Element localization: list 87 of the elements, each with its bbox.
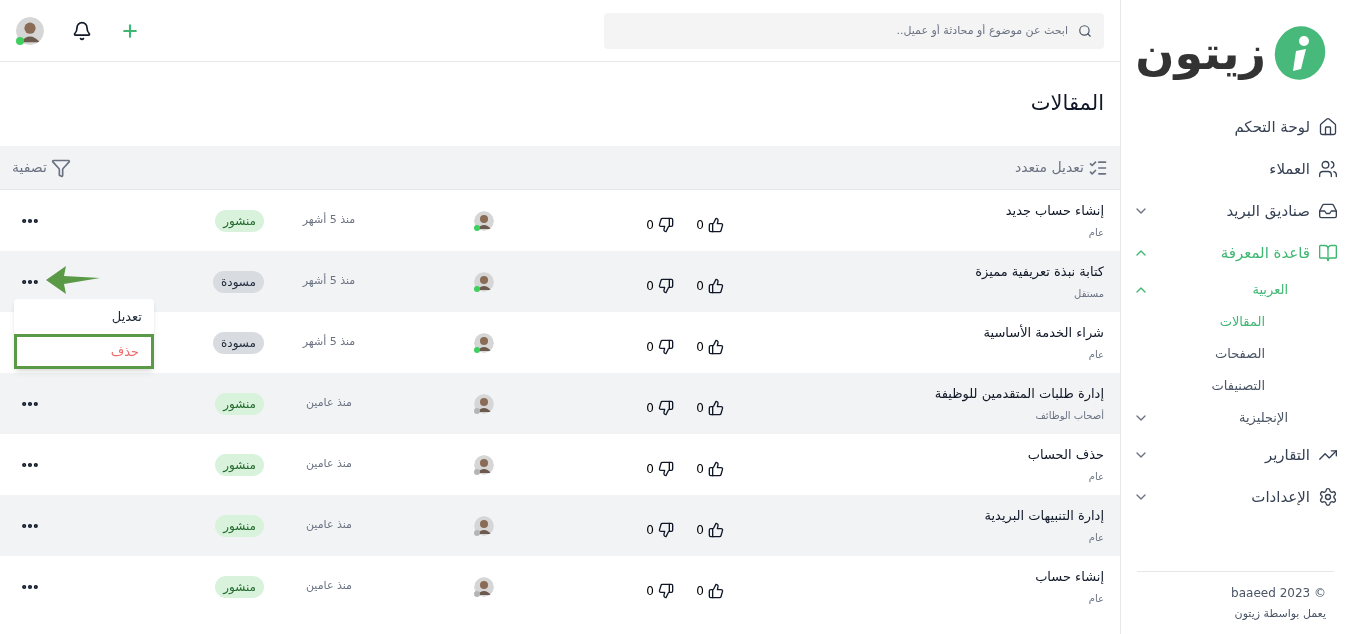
nav-item[interactable]: العملاء [1121,148,1350,190]
article-title: حذف الحساب [1026,446,1104,465]
dislike-count: 0 [646,216,654,234]
like-count: 0 [696,399,704,417]
thumbs-up-icon[interactable] [708,582,724,599]
dislike-count: 0 [646,399,654,417]
inbox-icon [1318,201,1338,221]
avatar-icon [474,454,494,475]
like-count: 0 [696,216,704,234]
article-title: كتابة نبذة تعريفية مميزة [974,263,1104,282]
thumbs-down-icon[interactable] [658,399,674,416]
nav-item[interactable]: صناديق البريد [1121,190,1350,232]
thumbs-up-icon[interactable] [708,216,724,233]
bulk-edit-button[interactable]: تعديل متعدد [1015,157,1108,178]
thumbs-up-icon[interactable] [708,460,724,477]
nav-item[interactable]: التقارير [1121,434,1350,476]
status-badge: منشور [215,514,264,537]
thumbs-down-icon[interactable] [658,216,674,233]
thumbs-down-icon[interactable] [658,521,674,538]
avatar-icon [16,16,44,45]
article-category: عام [1087,225,1104,240]
updated-time: منذ عامين [305,456,353,473]
article-title: شراء الخدمة الأساسية [982,323,1104,343]
thumbs-up-icon[interactable] [708,338,724,355]
status-badge: منشور [215,209,264,232]
avatar-icon [474,332,494,353]
page-title: المقالات [1030,90,1104,118]
nav-subitem[interactable]: الصفحات [1121,338,1350,370]
dislike-count: 0 [646,521,654,539]
updated-time: منذ 5 أشهر [301,334,357,351]
article-category: مستقل [1073,286,1104,301]
article-title: إدارة التنبيهات البريدية [983,507,1104,526]
dislike-count: 0 [646,277,654,295]
thumbs-down-icon[interactable] [658,277,674,294]
arrow-annotation [46,266,100,294]
avatar-icon [474,210,494,231]
home-icon [1318,117,1338,137]
dislike-count: 0 [646,460,654,478]
updated-time: منذ عامين [305,517,353,534]
thumbs-down-icon[interactable] [658,460,674,477]
filter-button[interactable]: تصفية [12,157,71,178]
nav-subitem[interactable]: الإنجليزية [1121,402,1350,434]
like-count: 0 [696,277,704,295]
avatar-icon [474,576,494,597]
bell-icon[interactable] [72,20,92,41]
like-count: 0 [696,521,704,539]
article-category: عام [1087,469,1104,484]
thumbs-up-icon[interactable] [708,399,724,416]
logo-icon [1274,25,1326,81]
copyright-text: © baaeed 2023 [1230,584,1326,602]
article-title: إنشاء حساب جديد [1004,202,1104,221]
updated-time: منذ 5 أشهر [301,273,357,290]
search-icon [1078,23,1092,38]
powered-by-text: يعمل بواسطة زيتون [1233,605,1326,622]
article-category: عام [1087,591,1104,606]
avatar-icon [474,271,494,292]
thumbs-down-icon[interactable] [658,338,674,355]
nav-item[interactable]: الإعدادات [1121,476,1350,518]
avatar-icon [474,515,494,536]
updated-time: منذ عامين [305,395,353,412]
dislike-count: 0 [646,338,654,356]
dislike-count: 0 [646,582,654,600]
status-badge: منشور [215,453,264,476]
avatar-icon [474,393,494,414]
filter-icon [50,157,71,178]
article-category: عام [1087,347,1104,362]
article-category: عام [1087,530,1104,545]
users-icon [1318,159,1338,179]
nav-item[interactable]: لوحة التحكم [1121,106,1350,148]
status-badge: مسودة [213,270,264,293]
nav-subitem[interactable]: التصنيفات [1121,370,1350,402]
updated-time: منذ 5 أشهر [301,212,357,229]
thumbs-up-icon[interactable] [708,521,724,538]
like-count: 0 [696,338,704,356]
status-badge: منشور [215,575,264,598]
updated-time: منذ عامين [305,578,353,595]
gear-icon [1318,487,1338,507]
thumbs-down-icon[interactable] [658,582,674,599]
book-icon [1318,243,1338,263]
article-title: إدارة طلبات المتقدمين للوظيفة [933,385,1104,404]
like-count: 0 [696,582,704,600]
article-title: إنشاء حساب [1034,568,1104,587]
like-count: 0 [696,460,704,478]
status-badge: منشور [215,392,264,415]
thumbs-up-icon[interactable] [708,277,724,294]
status-badge: مسودة [213,331,264,354]
article-category: أصحاب الوظائف [1034,408,1104,423]
